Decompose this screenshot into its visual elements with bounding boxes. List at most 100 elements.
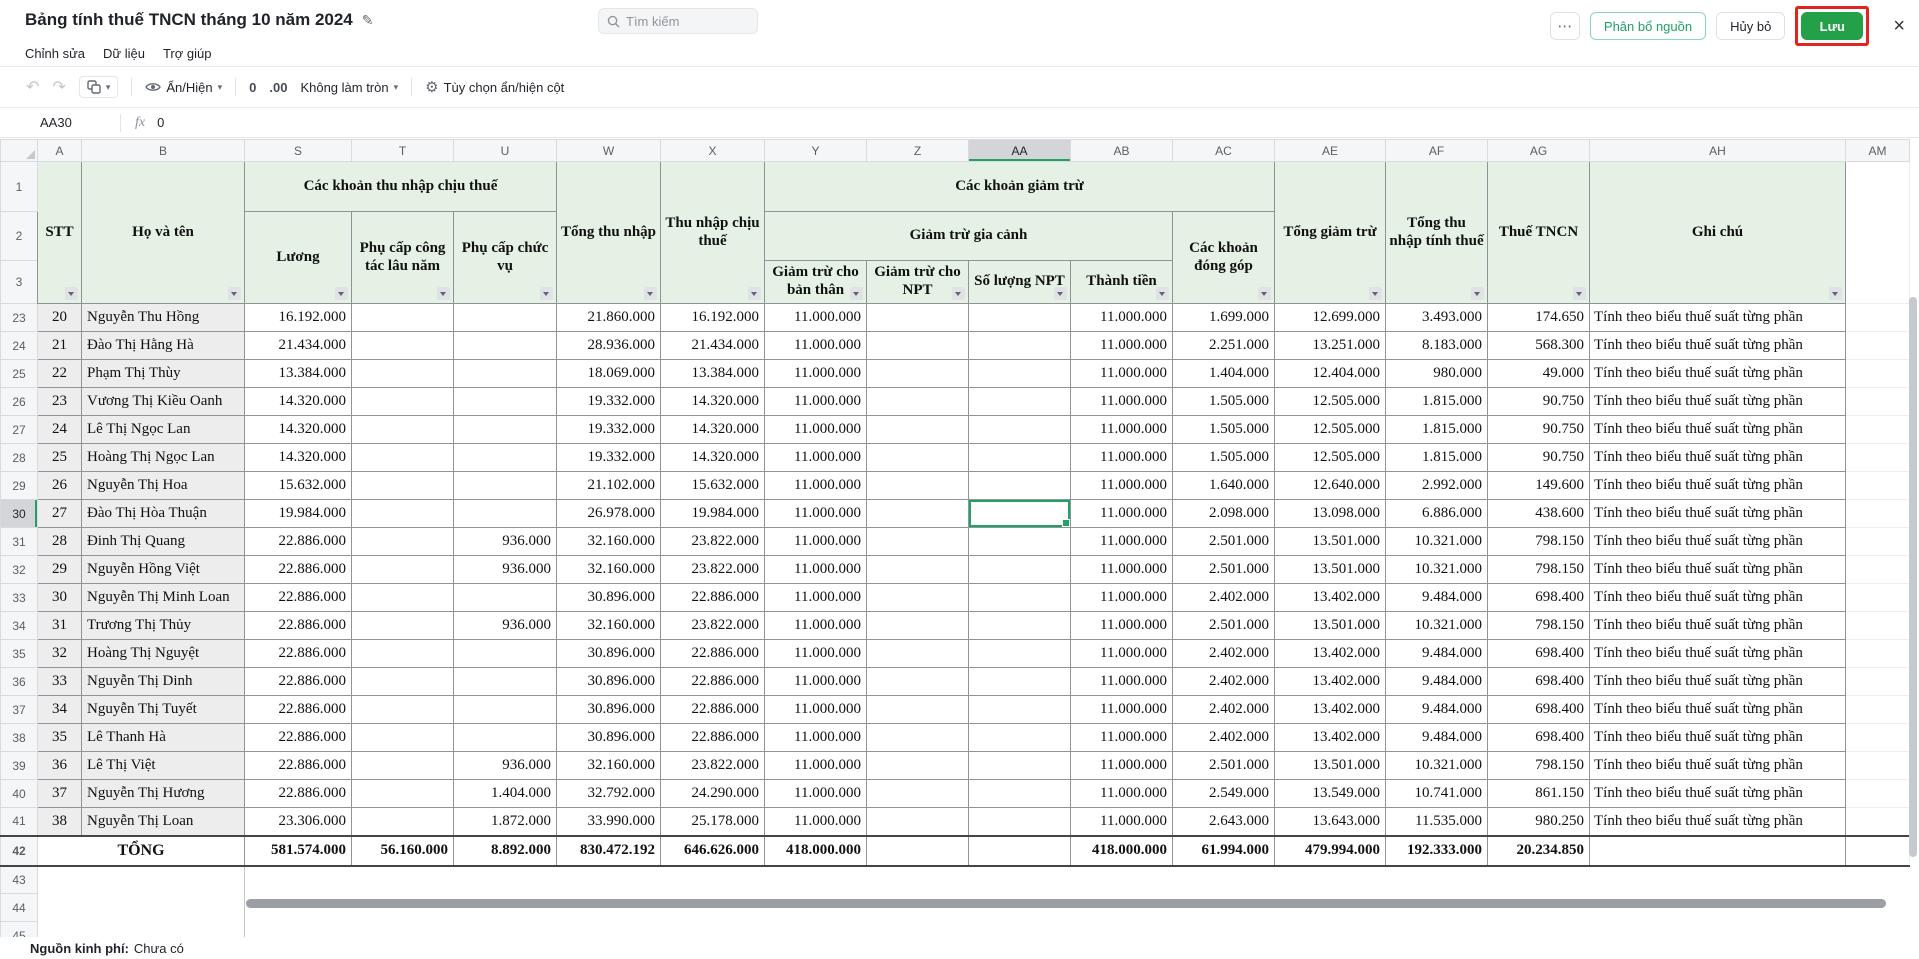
- cell-note[interactable]: Tính theo biểu thuế suất từng phần: [1590, 640, 1846, 668]
- cell[interactable]: 11.000.000: [765, 696, 867, 724]
- cell[interactable]: 12.404.000: [1275, 360, 1386, 388]
- header-assessable-income[interactable]: Tổng thu nhập tính thuế: [1386, 162, 1488, 304]
- cell[interactable]: [454, 500, 557, 528]
- cell[interactable]: [352, 500, 454, 528]
- cell[interactable]: 12.699.000: [1275, 304, 1386, 332]
- cell[interactable]: [867, 556, 969, 584]
- cell[interactable]: 980.250: [1488, 808, 1590, 836]
- cell-name[interactable]: Nguyễn Thị Hương: [82, 780, 245, 808]
- filter-icon[interactable]: [1369, 287, 1382, 300]
- cell[interactable]: 2.549.000: [1173, 780, 1275, 808]
- cell[interactable]: [352, 556, 454, 584]
- header-position-allowance[interactable]: Phụ cấp chức vụ: [454, 212, 557, 304]
- cell[interactable]: 11.000.000: [1071, 332, 1173, 360]
- cell[interactable]: 10.321.000: [1386, 752, 1488, 780]
- cell[interactable]: 30.896.000: [557, 584, 661, 612]
- cell[interactable]: [867, 416, 969, 444]
- header-self-deduction[interactable]: Giảm trừ cho bản thân: [765, 261, 867, 304]
- cell-blank[interactable]: [1846, 808, 1910, 836]
- cell-name[interactable]: Nguyễn Hồng Việt: [82, 556, 245, 584]
- cell[interactable]: 6.886.000: [1386, 500, 1488, 528]
- cell-blank[interactable]: [1846, 584, 1910, 612]
- header-total-deduction[interactable]: Tổng giảm trừ: [1275, 162, 1386, 304]
- cell[interactable]: 22.886.000: [245, 696, 352, 724]
- cell[interactable]: [245, 866, 1910, 894]
- cell[interactable]: 12.640.000: [1275, 472, 1386, 500]
- cell-name[interactable]: Nguyễn Thị Loan: [82, 808, 245, 836]
- cell[interactable]: 12.505.000: [1275, 416, 1386, 444]
- cell[interactable]: 26.978.000: [557, 500, 661, 528]
- row-header-32[interactable]: 32: [1, 556, 38, 584]
- cell[interactable]: 14.320.000: [245, 416, 352, 444]
- cell-blank[interactable]: [1846, 388, 1910, 416]
- cell-note[interactable]: [1590, 836, 1846, 866]
- cell[interactable]: 90.750: [1488, 388, 1590, 416]
- vertical-scrollbar[interactable]: [1909, 297, 1917, 857]
- cell[interactable]: 698.400: [1488, 640, 1590, 668]
- cell[interactable]: [867, 612, 969, 640]
- cell[interactable]: 12.505.000: [1275, 444, 1386, 472]
- cell[interactable]: [352, 388, 454, 416]
- cell[interactable]: [969, 780, 1071, 808]
- cell-note[interactable]: Tính theo biểu thuế suất từng phần: [1590, 696, 1846, 724]
- cell-blank[interactable]: [1846, 304, 1910, 332]
- cell-stt[interactable]: 34: [38, 696, 82, 724]
- filter-icon[interactable]: [1573, 287, 1586, 300]
- cell[interactable]: 10.321.000: [1386, 556, 1488, 584]
- cell[interactable]: 13.501.000: [1275, 612, 1386, 640]
- cell[interactable]: 30.896.000: [557, 640, 661, 668]
- cell-name[interactable]: Nguyễn Thị Hoa: [82, 472, 245, 500]
- cell[interactable]: 11.000.000: [765, 304, 867, 332]
- cell-stt[interactable]: 33: [38, 668, 82, 696]
- cell[interactable]: 174.650: [1488, 304, 1590, 332]
- cell[interactable]: 1.505.000: [1173, 444, 1275, 472]
- cell[interactable]: 22.886.000: [245, 612, 352, 640]
- total-cell[interactable]: 192.333.000: [1386, 836, 1488, 866]
- cell[interactable]: 14.320.000: [661, 388, 765, 416]
- cell[interactable]: 19.332.000: [557, 444, 661, 472]
- cell[interactable]: [867, 444, 969, 472]
- header-deduction-group[interactable]: Các khoản giảm trừ: [765, 162, 1275, 212]
- cell[interactable]: [969, 808, 1071, 836]
- column-header-AE[interactable]: AE: [1275, 140, 1386, 162]
- selected-cell[interactable]: [969, 500, 1071, 528]
- cell[interactable]: 2.402.000: [1173, 584, 1275, 612]
- cell-name[interactable]: Nguyễn Thị Tuyết: [82, 696, 245, 724]
- cell-stt[interactable]: 20: [38, 304, 82, 332]
- cell[interactable]: 22.886.000: [245, 584, 352, 612]
- cell[interactable]: [969, 332, 1071, 360]
- cell[interactable]: [82, 866, 245, 894]
- cell[interactable]: 11.000.000: [1071, 668, 1173, 696]
- cell[interactable]: [969, 304, 1071, 332]
- cell[interactable]: 90.750: [1488, 416, 1590, 444]
- cell[interactable]: 13.402.000: [1275, 584, 1386, 612]
- row-header-34[interactable]: 34: [1, 612, 38, 640]
- cell[interactable]: 1.815.000: [1386, 444, 1488, 472]
- cell[interactable]: 14.320.000: [661, 416, 765, 444]
- cell-note[interactable]: Tính theo biểu thuế suất từng phần: [1590, 416, 1846, 444]
- column-header-T[interactable]: T: [352, 140, 454, 162]
- cell[interactable]: 32.160.000: [557, 612, 661, 640]
- select-all-corner[interactable]: [1, 140, 38, 162]
- cell[interactable]: 19.984.000: [661, 500, 765, 528]
- cell[interactable]: [867, 360, 969, 388]
- cell-reference-box[interactable]: AA30: [0, 115, 120, 130]
- cell[interactable]: 11.000.000: [1071, 724, 1173, 752]
- cell-name[interactable]: Lê Thị Việt: [82, 752, 245, 780]
- cell[interactable]: [867, 808, 969, 836]
- allocate-source-button[interactable]: Phân bổ nguồn: [1590, 12, 1706, 40]
- cell[interactable]: 32.160.000: [557, 556, 661, 584]
- cell-name[interactable]: Trương Thị Thủy: [82, 612, 245, 640]
- cell[interactable]: 11.000.000: [1071, 472, 1173, 500]
- cell[interactable]: 13.402.000: [1275, 668, 1386, 696]
- cell-stt[interactable]: 29: [38, 556, 82, 584]
- cell[interactable]: 24.290.000: [661, 780, 765, 808]
- cell[interactable]: [867, 472, 969, 500]
- row-header-28[interactable]: 28: [1, 444, 38, 472]
- cell[interactable]: 13.402.000: [1275, 696, 1386, 724]
- cell[interactable]: [352, 528, 454, 556]
- column-header-U[interactable]: U: [454, 140, 557, 162]
- cell[interactable]: 32.792.000: [557, 780, 661, 808]
- cell[interactable]: 13.402.000: [1275, 640, 1386, 668]
- cell[interactable]: [867, 724, 969, 752]
